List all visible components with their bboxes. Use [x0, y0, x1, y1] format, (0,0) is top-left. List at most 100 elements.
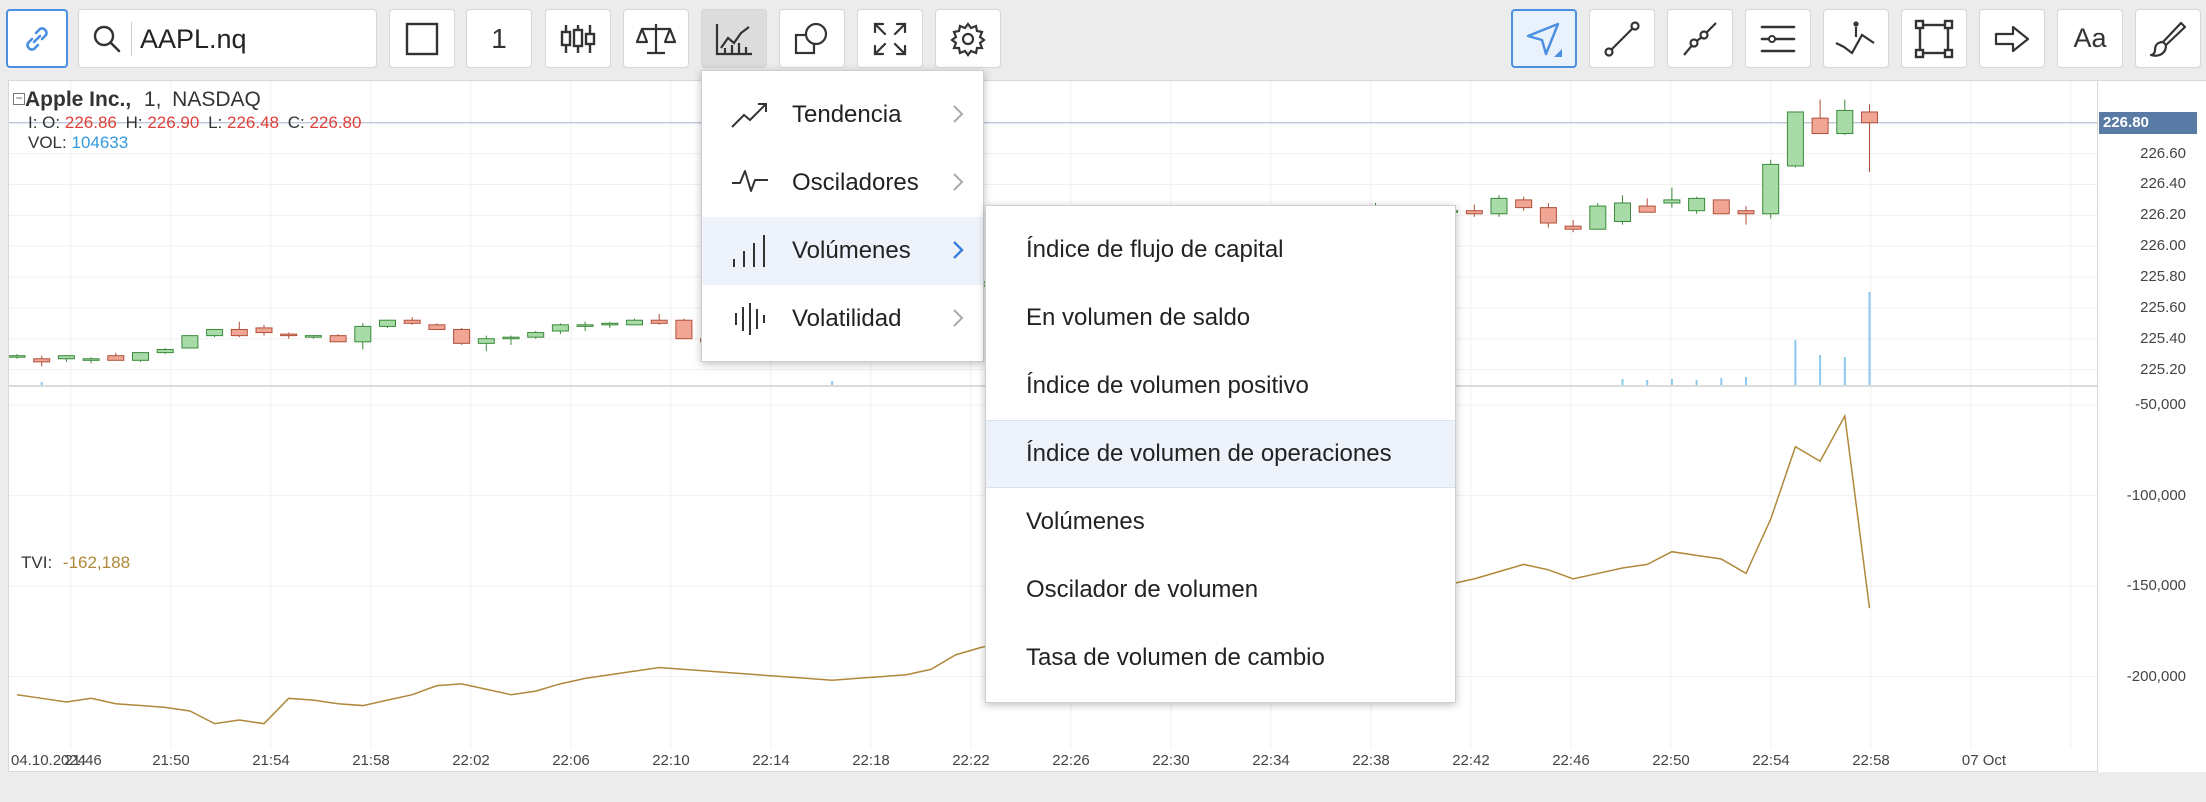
symbol-search[interactable]: AAPL.nq — [78, 9, 377, 68]
time-axis-label: 22:58 — [1852, 752, 1890, 769]
close-value: 226.80 — [309, 113, 362, 132]
price-axis-label: 225.40 — [2140, 329, 2186, 347]
ohlc-legend: I: O: 226.86 H: 226.90 L: 226.48 C: 226.… — [28, 113, 361, 133]
menu-item-volatility[interactable]: Volatilidad — [702, 285, 983, 353]
price-axis-label: 225.20 — [2140, 360, 2186, 378]
info-line-tool-button[interactable] — [1823, 9, 1889, 68]
interval-button[interactable]: 1 — [466, 9, 532, 68]
fullscreen-button[interactable] — [857, 9, 923, 68]
candle-body — [57, 355, 75, 360]
text-tool-button[interactable]: Aa — [2057, 9, 2123, 68]
menu-item-volumes[interactable]: Volúmenes — [702, 217, 983, 285]
shapes-button[interactable] — [779, 9, 845, 68]
candle-body — [230, 328, 248, 337]
candle-body — [576, 324, 594, 327]
candle-body — [453, 328, 471, 344]
settings-button[interactable] — [935, 9, 1001, 68]
volume-bar — [1670, 379, 1673, 385]
candle-body — [1663, 199, 1681, 204]
time-axis-label: 21:50 — [152, 752, 190, 769]
candle-body — [626, 319, 643, 326]
volume-bar — [1868, 292, 1871, 385]
submenu-item-volume-rate-of-change[interactable]: Tasa de volumen de cambio — [986, 624, 1455, 692]
candle-body — [675, 319, 693, 340]
candle-body — [379, 319, 396, 327]
candle-body — [477, 338, 495, 344]
trend-line-tool-button[interactable] — [1589, 9, 1655, 68]
horizontal-lines-tool-button[interactable] — [1745, 9, 1811, 68]
candle-body — [1539, 207, 1557, 224]
candle-body — [1564, 225, 1582, 230]
candle-body — [82, 358, 100, 361]
submenu-item-volume-oscillator[interactable]: Oscilador de volumen — [986, 556, 1455, 624]
candles-icon — [558, 22, 598, 56]
symbol-name: Apple Inc., — [25, 88, 132, 111]
chevron-right-icon — [951, 239, 965, 268]
candle-body — [9, 355, 26, 358]
submenu-item-money-flow-index[interactable]: Índice de flujo de capital — [986, 216, 1455, 284]
time-axis-label: 22:34 — [1252, 752, 1290, 769]
candle-body — [1490, 197, 1508, 215]
candle-body — [1737, 210, 1755, 215]
chart-type-button[interactable] — [545, 9, 611, 68]
high-label: H: — [125, 113, 143, 132]
symbol-interval: 1, — [143, 88, 162, 111]
submenu-item-positive-volume-index[interactable]: Índice de volumen positivo — [986, 352, 1455, 420]
rectangle-tool-button[interactable] — [1901, 9, 1967, 68]
low-value: 226.48 — [226, 113, 279, 132]
candle-body — [206, 328, 224, 337]
collapse-legend-icon[interactable]: − — [13, 92, 25, 105]
candle-body — [403, 319, 421, 324]
cursor-tool-button[interactable] — [1511, 9, 1577, 68]
close-label: C: — [287, 113, 305, 132]
menu-item-oscillators[interactable]: Osciladores — [702, 149, 983, 217]
brush-icon — [2149, 20, 2187, 58]
menu-item-label: Volatilidad — [792, 305, 902, 332]
tvi-axis-label: -100,000 — [2126, 486, 2186, 504]
tvi-line — [16, 413, 1871, 725]
tvi-value: -162,188 — [62, 553, 131, 572]
indicators-button[interactable] — [701, 9, 767, 68]
candle-body — [601, 322, 619, 326]
link-button[interactable] — [6, 9, 68, 68]
candle-body — [255, 327, 273, 334]
submenu-item-trade-volume-index[interactable]: Índice de volumen de operaciones — [986, 420, 1455, 488]
volume-bar — [1794, 340, 1797, 385]
trend-line-icon — [1602, 19, 1642, 59]
submenu-item-label: Índice de volumen de operaciones — [1026, 440, 1392, 467]
polyline-icon — [1680, 19, 1720, 59]
chart-style-button[interactable] — [389, 9, 455, 68]
candle-body — [527, 332, 545, 338]
tvi-legend: TVI: -162,188 — [21, 553, 130, 573]
volume-bar — [40, 382, 43, 385]
volume-indicators-submenu: Índice de flujo de capital En volumen de… — [985, 205, 1456, 703]
arrow-right-icon — [1993, 23, 2031, 55]
candle-body — [107, 355, 125, 361]
arrow-tool-button[interactable] — [1979, 9, 2045, 68]
search-icon — [91, 23, 123, 55]
square-icon — [405, 22, 439, 56]
indicators-icon — [714, 21, 754, 57]
candle-body — [1638, 205, 1656, 213]
toolbar: AAPL.nq 1 Aa — [0, 0, 2206, 78]
price-axis-label: 225.80 — [2140, 268, 2186, 286]
time-axis-label: 21:54 — [252, 752, 290, 769]
submenu-item-volumes[interactable]: Volúmenes — [986, 488, 1455, 556]
brush-tool-button[interactable] — [2135, 9, 2201, 68]
tvi-axis-label: -50,000 — [2135, 396, 2186, 414]
submenu-item-on-balance-volume[interactable]: En volumen de saldo — [986, 284, 1455, 352]
time-axis-label: 22:42 — [1452, 752, 1490, 769]
scales-icon — [636, 21, 676, 57]
menu-item-trend[interactable]: Tendencia — [702, 81, 983, 149]
symbol-legend: − Apple Inc., 1, NASDAQ — [13, 88, 261, 112]
chevron-right-icon — [951, 307, 965, 336]
symbol-input[interactable]: AAPL.nq — [131, 21, 247, 56]
submenu-item-label: Volúmenes — [1026, 508, 1145, 535]
volume-bar — [1646, 380, 1649, 385]
volume-bar — [1720, 378, 1723, 385]
menu-item-label: Osciladores — [792, 169, 919, 196]
polyline-tool-button[interactable] — [1667, 9, 1733, 68]
compare-button[interactable] — [623, 9, 689, 68]
open-label: I: O: — [28, 113, 61, 132]
price-axis[interactable]: 226.80 226.60 226.40 226.20 226.00 225.80 225.… — [2098, 80, 2206, 772]
